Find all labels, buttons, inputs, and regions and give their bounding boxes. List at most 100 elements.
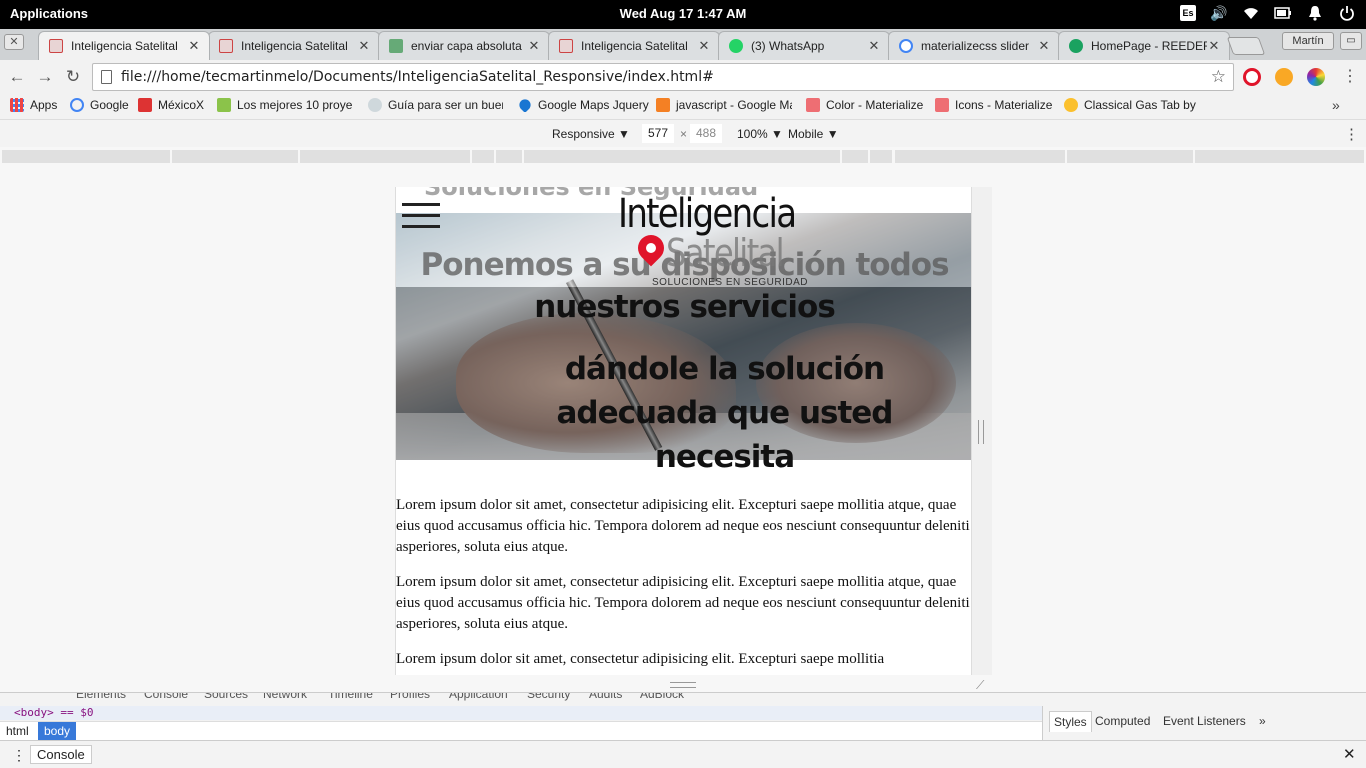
hero-line-2: nuestros servicios: [534, 289, 836, 325]
styles-overflow-icon[interactable]: »: [1259, 714, 1266, 728]
device-mode-dropdown[interactable]: Responsive ▼: [552, 127, 630, 141]
bookmark-guia[interactable]: Guía para ser un buer: [368, 98, 503, 112]
tab-styles[interactable]: Styles: [1049, 711, 1092, 732]
tab-whatsapp[interactable]: (3) WhatsApp ✕: [718, 31, 890, 60]
breadcrumb-html[interactable]: html: [0, 722, 35, 741]
viewport-width-resize-handle[interactable]: [978, 420, 984, 444]
back-arrow-icon[interactable]: ←: [6, 66, 28, 88]
devtools-tab-profiles[interactable]: Profiles: [390, 693, 430, 701]
tab-close-icon[interactable]: ✕: [527, 38, 541, 54]
forward-arrow-icon[interactable]: →: [34, 66, 56, 88]
profile-button[interactable]: Martín: [1282, 32, 1334, 50]
media-query-segment[interactable]: [524, 150, 840, 163]
site-favicon-icon: [219, 39, 233, 53]
bookmark-mejores-10[interactable]: Los mejores 10 proye: [217, 98, 353, 112]
bookmark-google-maps-jquery[interactable]: Google Maps Jquery: [518, 98, 649, 112]
viewport-height-resize-handle[interactable]: [670, 682, 696, 688]
media-query-segment[interactable]: [300, 150, 470, 163]
bookmark-star-icon[interactable]: ☆: [1211, 67, 1226, 87]
media-query-segment[interactable]: [1067, 150, 1193, 163]
new-tab-button[interactable]: [1226, 37, 1266, 55]
device-type-dropdown[interactable]: Mobile ▼: [788, 127, 839, 141]
tab-computed[interactable]: Computed: [1095, 714, 1150, 728]
bookmarks-overflow-icon[interactable]: »: [1332, 97, 1340, 113]
bookmark-classical-gas-tab[interactable]: Classical Gas Tab by M: [1064, 98, 1200, 112]
hamburger-menu-icon[interactable]: [402, 203, 440, 229]
selected-dom-node[interactable]: <body> == $0: [0, 706, 1042, 720]
tab-enviar-capa[interactable]: enviar capa absoluta ✕: [378, 31, 550, 60]
guide-icon: [368, 98, 382, 112]
tab-close-icon[interactable]: ✕: [187, 38, 201, 54]
tab-strip: ✕ Inteligencia Satelital ✕ Inteligencia …: [0, 29, 1366, 60]
tab-materializecss-slider[interactable]: materializecss slider ✕: [888, 31, 1060, 60]
bookmark-google[interactable]: Google: [70, 98, 129, 112]
breadcrumb-body[interactable]: body: [38, 722, 77, 741]
bookmark-mexicox[interactable]: MéxicoX: [138, 98, 204, 112]
color-picker-extension-icon[interactable]: [1307, 68, 1325, 86]
viewport-width-input[interactable]: 577: [642, 124, 675, 143]
tab-close-icon[interactable]: ✕: [697, 38, 711, 54]
devtools-tab-network[interactable]: Network: [263, 693, 307, 701]
materialize-icon: [806, 98, 820, 112]
bookmark-javascript-google-maps[interactable]: javascript - Google Ma: [656, 98, 792, 112]
media-query-segment[interactable]: [472, 150, 494, 163]
tab-inteligencia-satelital-1[interactable]: Inteligencia Satelital ✕: [38, 31, 210, 60]
devtools-tab-adblock[interactable]: AdBlock: [640, 693, 684, 701]
power-icon[interactable]: [1338, 4, 1356, 22]
devtools-tab-console[interactable]: Console: [144, 693, 188, 701]
site-logo[interactable]: Inteligencia Satelital SOLUCIONES EN SEG…: [618, 191, 808, 288]
device-toolbar-more-icon[interactable]: ⋮: [1344, 125, 1359, 143]
viewport-height-input[interactable]: 488: [690, 124, 723, 143]
battery-icon[interactable]: [1274, 4, 1292, 22]
tab-close-icon[interactable]: ✕: [867, 38, 881, 54]
devtools-tab-security[interactable]: Security: [527, 693, 570, 701]
tab-inteligencia-satelital-2[interactable]: Inteligencia Satelital ✕: [208, 31, 380, 60]
hero-line-3: dándole la solución adecuada que usted n…: [556, 351, 893, 475]
tab-close-icon[interactable]: ✕: [357, 38, 371, 54]
window-close-icon[interactable]: ✕: [4, 34, 24, 50]
clock[interactable]: Wed Aug 17 1:47 AM: [0, 6, 1366, 21]
viewport-corner-resize-handle[interactable]: ⟋: [976, 678, 984, 692]
devtools-tab-timeline[interactable]: Timeline: [328, 693, 373, 701]
devtools-tab-audits[interactable]: Audits: [589, 693, 622, 701]
chrome-menu-icon[interactable]: ⋮: [1342, 66, 1358, 86]
bookmark-icons-materialize[interactable]: Icons - Materialize: [935, 98, 1052, 112]
address-bar[interactable]: file:///home/tecmartinmelo/Documents/Int…: [92, 63, 1234, 91]
wifi-icon[interactable]: [1242, 4, 1260, 22]
media-query-segment[interactable]: [895, 150, 1065, 163]
url-text[interactable]: file:///home/tecmartinmelo/Documents/Int…: [121, 69, 714, 85]
window-restore-icon[interactable]: ▭: [1340, 32, 1362, 50]
tab-event-listeners[interactable]: Event Listeners: [1163, 714, 1246, 728]
drawer-tab-console[interactable]: Console: [30, 745, 92, 764]
devtools-tab-elements[interactable]: Elements: [76, 693, 126, 701]
volume-icon[interactable]: 🔊: [1210, 4, 1228, 22]
devtools-tab-application[interactable]: Application: [449, 693, 508, 701]
drawer-close-icon[interactable]: ✕: [1343, 745, 1356, 763]
content-paragraph: Lorem ipsum dolor sit amet, consectetur …: [396, 574, 970, 632]
emoji-extension-icon[interactable]: [1275, 68, 1293, 86]
drawer-menu-icon[interactable]: ⋮: [12, 747, 26, 764]
tab-close-icon[interactable]: ✕: [1207, 38, 1221, 54]
browser-toolbar: ← → ↻ file:///home/tecmartinmelo/Documen…: [0, 60, 1366, 94]
bookmark-color-materialize[interactable]: Color - Materialize: [806, 98, 923, 112]
bookmark-label: Google: [90, 98, 129, 112]
media-query-segment[interactable]: [2, 150, 170, 163]
notifications-bell-icon[interactable]: [1306, 4, 1324, 22]
keyboard-layout-indicator[interactable]: Es: [1180, 5, 1196, 21]
media-query-segment[interactable]: [496, 150, 522, 163]
media-query-segment[interactable]: [842, 150, 868, 163]
media-query-segment[interactable]: [172, 150, 298, 163]
tab-close-icon[interactable]: ✕: [1037, 38, 1051, 54]
tab-homepage-reeder[interactable]: HomePage - REEDER ✕: [1058, 31, 1230, 60]
tab-title: Inteligencia Satelital: [581, 39, 688, 53]
reload-icon[interactable]: ↻: [62, 66, 84, 88]
bookmark-label: Los mejores 10 proye: [237, 98, 353, 112]
bookmark-apps[interactable]: Apps: [10, 98, 57, 112]
media-query-segment[interactable]: [870, 150, 892, 163]
tab-inteligencia-satelital-3[interactable]: Inteligencia Satelital ✕: [548, 31, 720, 60]
zoom-dropdown[interactable]: 100% ▼: [737, 127, 783, 141]
devtools-tab-sources[interactable]: Sources: [204, 693, 248, 701]
media-query-segment[interactable]: [1195, 150, 1364, 163]
devtools-drawer: ⋮ Console ✕: [0, 740, 1366, 768]
opera-extension-icon[interactable]: [1243, 68, 1261, 86]
